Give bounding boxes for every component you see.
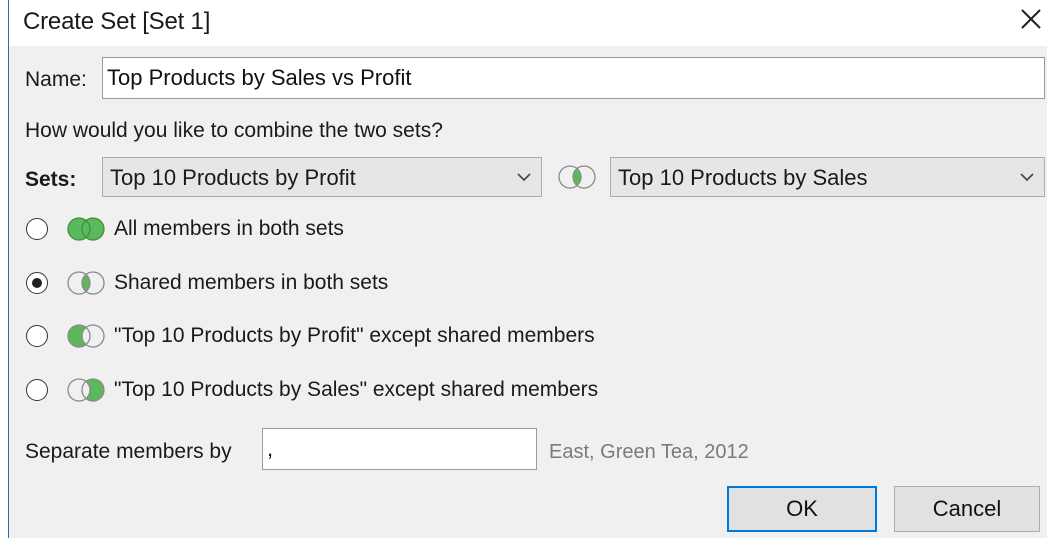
- venn-intersection-icon: [67, 271, 105, 295]
- separator-input[interactable]: [262, 428, 537, 470]
- radio-button[interactable]: [26, 379, 48, 401]
- separator-label: Separate members by: [25, 440, 232, 463]
- close-icon[interactable]: [1017, 4, 1045, 34]
- chevron-down-icon: [517, 173, 531, 182]
- venn-intersection-icon: [558, 165, 596, 189]
- radio-button[interactable]: [26, 218, 48, 240]
- option-all-members[interactable]: All members in both sets: [26, 214, 344, 244]
- option-label: Shared members in both sets: [114, 271, 389, 294]
- option-left-except-shared[interactable]: "Top 10 Products by Profit" except share…: [26, 321, 595, 351]
- venn-union-icon: [67, 217, 105, 241]
- radio-selected-dot: [32, 278, 42, 288]
- right-set-value: Top 10 Products by Sales: [618, 165, 868, 190]
- radio-button[interactable]: [26, 272, 48, 294]
- chevron-down-icon: [1020, 173, 1034, 182]
- create-set-dialog: Create Set [Set 1] Name: How would you l…: [8, 0, 1047, 538]
- cancel-button[interactable]: Cancel: [894, 486, 1040, 532]
- ok-button[interactable]: OK: [727, 486, 877, 532]
- right-set-dropdown[interactable]: Top 10 Products by Sales: [610, 157, 1045, 197]
- option-label: "Top 10 Products by Sales" except shared…: [114, 378, 599, 401]
- sets-label: Sets:: [25, 168, 77, 191]
- left-set-dropdown[interactable]: Top 10 Products by Profit: [102, 157, 542, 197]
- venn-right-only-icon: [67, 378, 105, 402]
- title-bar: Create Set [Set 1]: [9, 0, 1047, 46]
- venn-left-only-icon: [67, 324, 105, 348]
- name-label: Name:: [25, 68, 87, 91]
- name-input[interactable]: [102, 57, 1045, 99]
- option-label: "Top 10 Products by Profit" except share…: [114, 324, 595, 347]
- dialog-title: Create Set [Set 1]: [23, 8, 211, 35]
- radio-button[interactable]: [26, 325, 48, 347]
- option-right-except-shared[interactable]: "Top 10 Products by Sales" except shared…: [26, 375, 598, 405]
- option-label: All members in both sets: [114, 217, 344, 240]
- separator-example: East, Green Tea, 2012: [549, 441, 749, 463]
- option-shared-members[interactable]: Shared members in both sets: [26, 268, 388, 298]
- left-set-value: Top 10 Products by Profit: [110, 165, 356, 190]
- combine-prompt: How would you like to combine the two se…: [25, 119, 443, 142]
